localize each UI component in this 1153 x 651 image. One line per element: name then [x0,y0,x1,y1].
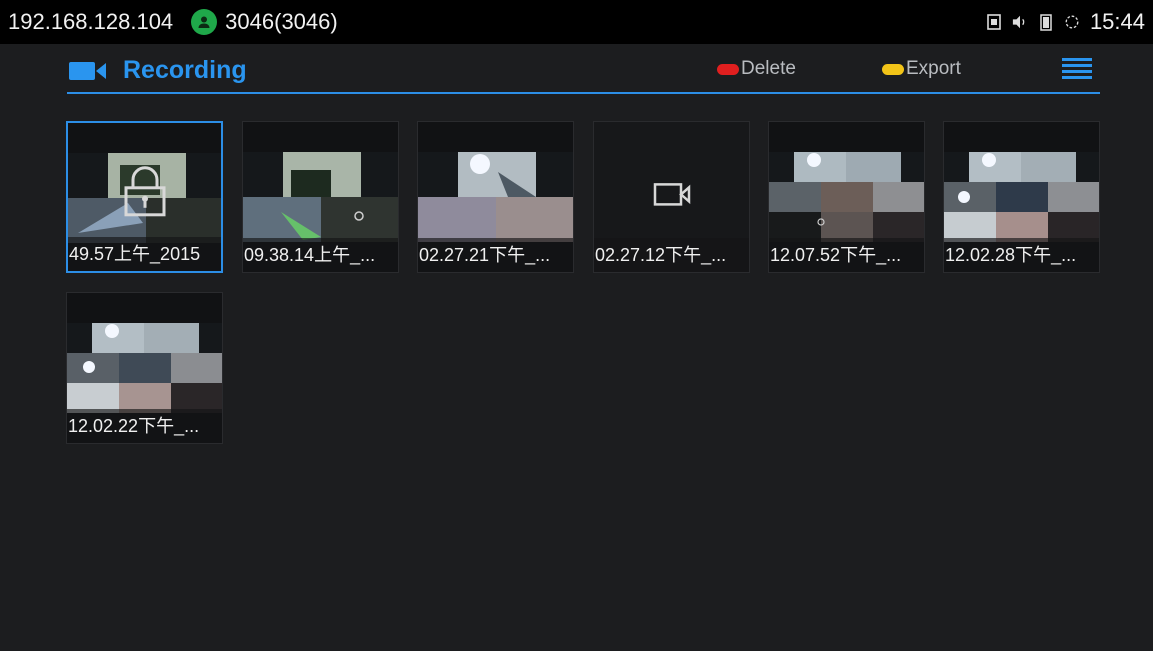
lock-icon [124,166,165,217]
volume-icon [1012,13,1028,31]
recording-filename: 09.38.14上午_... [243,238,398,272]
recording-screen: Recording Delete Export 49.57上午_2015 09.… [0,44,1153,651]
recording-thumbnail [243,152,398,242]
delete-label: Delete [741,58,796,79]
account-number: 3046(3046) [225,9,338,34]
clock: 15:44 [1089,9,1145,34]
page-title: Recording [123,56,247,84]
recording-tile[interactable]: 12.07.52下午_... [768,121,925,273]
account-icon [191,9,218,35]
status-bar: 192.168.128.104 3046(3046) 15:44 [0,0,1153,44]
recording-filename: 02.27.12下午_... [594,238,749,272]
recording-tile[interactable]: 12.02.28下午_... [943,121,1100,273]
delete-key-indicator [717,63,739,75]
ip-address: 192.168.128.104 [8,9,174,34]
recording-thumbnail [944,152,1099,242]
recording-thumbnail [418,152,573,242]
battery-icon [1038,13,1054,31]
video-placeholder-icon [653,183,690,206]
recording-filename: 02.27.21下午_... [418,238,573,272]
recording-header: Recording Delete Export [67,44,1100,94]
sim-icon [986,13,1002,31]
recording-thumbnail [67,323,222,413]
recording-tile[interactable]: 09.38.14上午_... [242,121,399,273]
video-camera-icon [69,61,106,80]
recording-filename: 12.02.22下午_... [67,409,222,443]
menu-icon[interactable] [1062,58,1092,80]
recording-filename: 12.02.28下午_... [944,238,1099,272]
export-button[interactable]: Export [882,58,961,80]
export-key-indicator [882,63,904,75]
recording-tile[interactable]: 49.57上午_2015 [66,121,223,273]
recording-tile[interactable]: 02.27.21下午_... [417,121,574,273]
recording-tile[interactable]: 12.02.22下午_... [66,292,223,444]
recording-filename: 49.57上午_2015 [68,237,221,271]
delete-button[interactable]: Delete [717,58,796,80]
export-label: Export [906,58,961,79]
sync-icon [1064,13,1080,31]
recording-thumbnail [769,152,924,242]
recording-tile[interactable]: 02.27.12下午_... [593,121,750,273]
recording-filename: 12.07.52下午_... [769,238,924,272]
